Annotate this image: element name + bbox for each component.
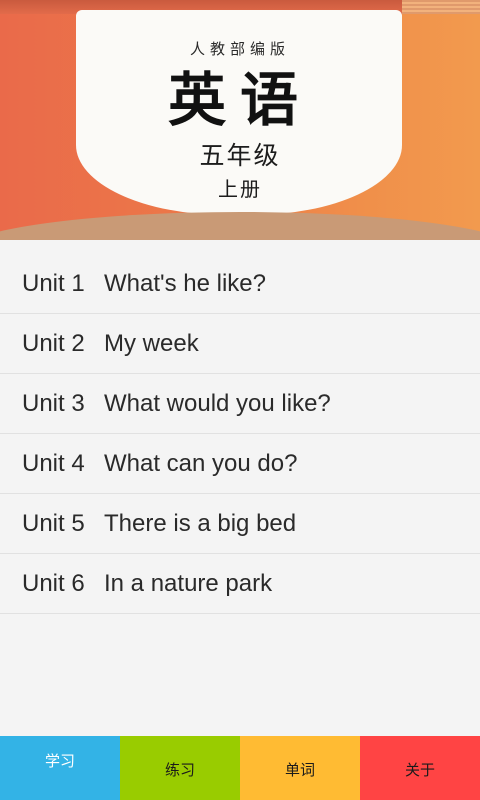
unit-number: Unit 3 bbox=[22, 389, 85, 417]
tab-label: 单词 bbox=[284, 760, 315, 779]
unit-number: Unit 6 bbox=[22, 569, 85, 597]
tab-label: 练习 bbox=[164, 760, 195, 779]
unit-title: What's he like? bbox=[104, 269, 266, 297]
unit-title: What can you do? bbox=[104, 449, 298, 477]
unit-title: There is a big bed bbox=[104, 509, 297, 537]
book-publisher: 人教部编版 bbox=[189, 40, 290, 58]
book-grade: 五年级 bbox=[199, 141, 281, 170]
header-banner: 人教部编版 英语 五年级 上册 bbox=[0, 0, 480, 240]
book-volume: 上册 bbox=[218, 177, 262, 201]
unit-number: Unit 4 bbox=[22, 449, 85, 477]
unit-list: Unit 1 What's he like? Unit 2 My week Un… bbox=[0, 254, 480, 614]
unit-number: Unit 1 bbox=[22, 269, 85, 297]
tab-about[interactable]: 关于 bbox=[360, 736, 480, 800]
bottom-tab-bar: 学习 练习 单词 关于 bbox=[0, 736, 480, 800]
unit-item-3[interactable]: Unit 3 What would you like? bbox=[0, 374, 480, 434]
unit-item-1[interactable]: Unit 1 What's he like? bbox=[0, 254, 480, 314]
book-subject-title: 英语 bbox=[167, 66, 312, 134]
unit-number: Unit 2 bbox=[22, 329, 85, 357]
banner-ground-arc bbox=[0, 212, 480, 240]
unit-item-4[interactable]: Unit 4 What can you do? bbox=[0, 434, 480, 494]
tab-words[interactable]: 单词 bbox=[240, 736, 360, 800]
unit-title: What would you like? bbox=[104, 389, 331, 417]
unit-number: Unit 5 bbox=[22, 509, 85, 537]
unit-item-2[interactable]: Unit 2 My week bbox=[0, 314, 480, 374]
unit-item-5[interactable]: Unit 5 There is a big bed bbox=[0, 494, 480, 554]
unit-title: My week bbox=[104, 329, 199, 357]
unit-item-6[interactable]: Unit 6 In a nature park bbox=[0, 554, 480, 614]
tab-label: 关于 bbox=[404, 760, 435, 779]
banner-top-strip-right bbox=[402, 0, 480, 14]
tab-label: 学习 bbox=[44, 752, 75, 770]
tab-study[interactable]: 学习 bbox=[0, 736, 120, 800]
tab-practice[interactable]: 练习 bbox=[120, 736, 240, 800]
unit-title: In a nature park bbox=[104, 569, 273, 597]
